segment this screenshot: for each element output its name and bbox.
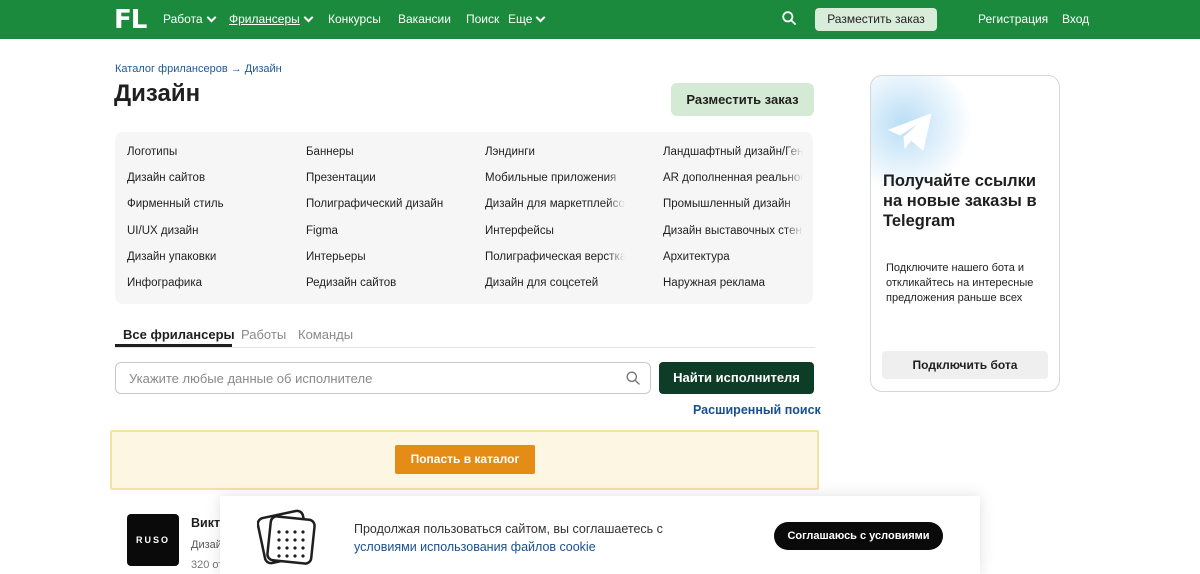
chevron-down-icon: [206, 12, 217, 22]
text-fade: [607, 142, 625, 300]
telegram-title: Получайте ссылки на новые заказы в Teleg…: [883, 172, 1037, 230]
advanced-search-link[interactable]: Расширенный поиск: [693, 403, 821, 417]
telegram-description: Подключите нашего бота и откликайтесь на…: [886, 262, 1034, 304]
top-navbar: FL Работа Фрилансеры Конкурсы Вакансии П…: [0, 0, 1200, 39]
category-column: Логотипы Дизайн сайтов Фирменный стиль U…: [127, 142, 267, 299]
chevron-down-icon: [303, 12, 314, 22]
category-link[interactable]: Ландшафтный дизайн/Генплан: [663, 142, 803, 168]
nav-search[interactable]: Поиск: [466, 12, 499, 26]
connect-bot-button[interactable]: Подключить бота: [882, 351, 1048, 379]
category-column: Ландшафтный дизайн/Генплан AR дополненна…: [663, 142, 803, 300]
join-catalog-button[interactable]: Попасть в каталог: [395, 445, 535, 474]
category-link[interactable]: Дизайн выставочных стендов: [663, 221, 803, 247]
freelancer-name[interactable]: Викт: [191, 516, 220, 530]
category-link[interactable]: Баннеры: [306, 142, 446, 168]
cookie-terms-link[interactable]: условиями использования файлов cookie: [354, 538, 663, 556]
fl-logo[interactable]: FL: [114, 5, 147, 35]
header-order-button[interactable]: Разместить заказ: [815, 8, 937, 31]
find-freelancer-button[interactable]: Найти исполнителя: [659, 362, 814, 394]
category-link[interactable]: Полиграфическая верстка: [485, 247, 625, 273]
nav-work-label: Работа: [163, 12, 203, 26]
nav-vacancies-label: Вакансии: [398, 12, 451, 26]
avatar[interactable]: RUSO: [127, 514, 179, 566]
text-fade: [785, 142, 803, 300]
active-tab-indicator: [115, 344, 232, 347]
login-link[interactable]: Вход: [1062, 12, 1089, 26]
category-link[interactable]: Инфографика: [127, 273, 267, 299]
category-link[interactable]: Наружная реклама: [663, 273, 803, 299]
category-link[interactable]: AR дополненная реальность: [663, 168, 803, 194]
category-link[interactable]: Логотипы: [127, 142, 267, 168]
tab-teams[interactable]: Команды: [298, 327, 353, 342]
category-link[interactable]: Полиграфический дизайн: [306, 194, 446, 220]
nav-freelancers[interactable]: Фрилансеры: [229, 12, 314, 26]
nav-more-label: Еще: [508, 12, 533, 26]
category-link[interactable]: Дизайн сайтов: [127, 168, 267, 194]
nav-vacancies[interactable]: Вакансии: [398, 12, 451, 26]
telegram-ad: Получайте ссылки на новые заказы в Teleg…: [870, 75, 1060, 392]
cookie-text: Продолжая пользоваться сайтом, вы соглаш…: [354, 520, 663, 556]
category-link[interactable]: Дизайн упаковки: [127, 247, 267, 273]
tab-all-freelancers[interactable]: Все фрилансеры: [123, 327, 235, 342]
nav-search-label: Поиск: [466, 12, 500, 26]
freelancer-search: [115, 362, 651, 394]
category-link[interactable]: Лэндинги: [485, 142, 625, 168]
accept-cookies-button[interactable]: Соглашаюсь с условиями: [774, 522, 943, 550]
nav-more[interactable]: Еще: [508, 12, 546, 26]
freelancer-specialization: Дизай: [191, 539, 222, 551]
search-icon[interactable]: [782, 11, 796, 25]
category-link[interactable]: Промышленный дизайн: [663, 194, 803, 220]
nav-work[interactable]: Работа: [163, 12, 217, 26]
chevron-down-icon: [535, 12, 546, 22]
freelancer-tabs: Все фрилансеры Работы Команды: [115, 322, 815, 348]
telegram-icon: [888, 113, 932, 151]
page-title: Дизайн: [114, 80, 201, 107]
category-link[interactable]: Дизайн для маркетплейсов: [485, 194, 625, 220]
category-link[interactable]: Фирменный стиль: [127, 194, 267, 220]
category-link[interactable]: Презентации: [306, 168, 446, 194]
cookie-banner: Продолжая пользоваться сайтом, вы соглаш…: [220, 496, 980, 574]
cookie-message: Продолжая пользоваться сайтом, вы соглаш…: [354, 522, 663, 536]
breadcrumb[interactable]: Каталог фрилансеров → Дизайн: [115, 63, 282, 75]
category-column: Баннеры Презентации Полиграфический диза…: [306, 142, 446, 299]
category-column: Лэндинги Мобильные приложения Дизайн для…: [485, 142, 625, 300]
category-link[interactable]: Мобильные приложения: [485, 168, 625, 194]
search-input[interactable]: [116, 363, 650, 393]
order-button[interactable]: Разместить заказ: [671, 83, 814, 116]
tab-works[interactable]: Работы: [241, 327, 286, 342]
search-icon[interactable]: [626, 371, 640, 385]
cookie-icon: [257, 509, 316, 565]
category-grid: Логотипы Дизайн сайтов Фирменный стиль U…: [115, 132, 813, 304]
category-link[interactable]: Figma: [306, 221, 446, 247]
category-link[interactable]: Дизайн для соцсетей: [485, 273, 625, 299]
nav-contests[interactable]: Конкурсы: [328, 12, 381, 26]
category-link[interactable]: Интерфейсы: [485, 221, 625, 247]
category-link[interactable]: UI/UX дизайн: [127, 221, 267, 247]
register-link[interactable]: Регистрация: [978, 12, 1048, 26]
nav-contests-label: Конкурсы: [328, 12, 381, 26]
freelancer-reviews: 320 от: [191, 559, 224, 571]
category-link[interactable]: Редизайн сайтов: [306, 273, 446, 299]
nav-freelancers-label: Фрилансеры: [229, 12, 300, 26]
category-link[interactable]: Архитектура: [663, 247, 803, 273]
category-link[interactable]: Интерьеры: [306, 247, 446, 273]
